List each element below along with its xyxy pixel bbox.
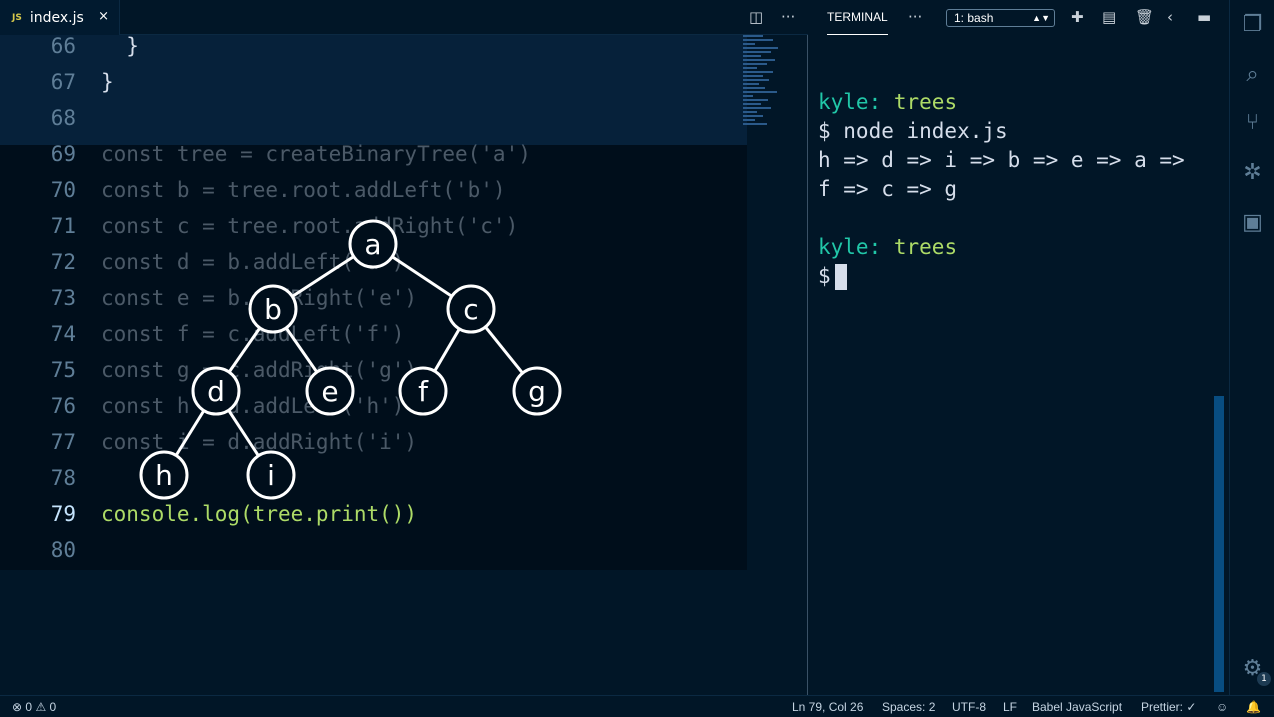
tree-node-d: d: [191, 366, 241, 416]
settings-badge: 1: [1257, 672, 1271, 686]
terminal-header: TERMINAL ··· 1: bash ▲▼ ✚ ▤ 🗑 ‹ ▬: [809, 0, 1229, 35]
prettier-status[interactable]: Prettier: ✓: [1141, 700, 1196, 714]
encoding[interactable]: UTF-8: [952, 700, 986, 714]
toggle-panel-icon[interactable]: ▬: [1197, 8, 1211, 26]
tree-node-label: b: [264, 293, 282, 326]
terminal-output-text: f => c => g: [818, 177, 958, 201]
activity-bar: ❐ ⌕ ⑂ ✲ ▣ ⚙ 1: [1229, 0, 1274, 695]
status-bar: ⊗ 0 ⚠ 0 Ln 79, Col 26 Spaces: 2 UTF-8 LF…: [0, 695, 1274, 717]
error-icon: ⊗: [12, 700, 23, 714]
terminal-scrollbar[interactable]: [1214, 396, 1224, 692]
editor-tab-bar: JS index.js × ◫ ···: [0, 0, 808, 35]
terminal-command: $ node index.js: [818, 119, 1008, 143]
terminal-line: kyle: trees: [818, 88, 1185, 117]
split-editor-icon[interactable]: ◫: [749, 8, 763, 26]
indentation[interactable]: Spaces: 2: [882, 700, 935, 714]
error-count: 0: [25, 700, 33, 714]
terminal-output[interactable]: kyle: trees $ node index.js h => d => i =>…: [818, 88, 1185, 291]
prompt-user: kyle:: [818, 235, 882, 259]
tree-node-label: g: [528, 375, 546, 408]
tree-node-label: c: [463, 293, 478, 326]
tree-node-i: i: [246, 450, 296, 500]
tree-node-label: e: [321, 375, 338, 408]
line-ending[interactable]: LF: [1003, 700, 1017, 714]
tree-node-c: c: [446, 284, 496, 334]
chevron-left-icon[interactable]: ‹: [1167, 8, 1173, 26]
terminal-line: h => d => i => b => e => a =>: [818, 146, 1185, 175]
warning-count: 0: [49, 700, 57, 714]
problems-indicator[interactable]: ⊗ 0 ⚠ 0: [12, 700, 56, 714]
prompt-directory: trees: [893, 235, 958, 259]
bell-icon[interactable]: 🔔: [1246, 700, 1261, 714]
tree-node-f: f: [398, 366, 448, 416]
terminal-cursor: [834, 264, 847, 290]
extensions-icon[interactable]: ▣: [1230, 210, 1274, 235]
tree-node-label: a: [364, 228, 381, 261]
minimap[interactable]: [743, 35, 783, 205]
tab-index-js[interactable]: JS index.js ×: [0, 0, 120, 35]
shell-select[interactable]: 1: bash ▲▼: [946, 9, 1055, 27]
terminal-prompt: $: [818, 264, 831, 288]
language-mode[interactable]: Babel JavaScript: [1032, 700, 1122, 714]
debug-icon[interactable]: ✲: [1230, 160, 1274, 185]
warning-icon: ⚠: [35, 700, 47, 714]
terminal-panel[interactable]: TERMINAL ··· 1: bash ▲▼ ✚ ▤ 🗑 ‹ ▬ kyle: …: [809, 0, 1229, 695]
binary-tree-diagram: a b c d e f g h i: [139, 219, 562, 500]
panel-divider[interactable]: [807, 35, 808, 695]
new-terminal-icon[interactable]: ✚: [1071, 8, 1084, 26]
tree-node-e: e: [305, 366, 355, 416]
source-control-icon[interactable]: ⑂: [1230, 110, 1274, 135]
smiley-icon[interactable]: ☺: [1216, 700, 1228, 714]
select-arrows-icon: ▲▼: [1032, 13, 1050, 23]
tree-node-label: d: [207, 375, 225, 408]
tree-node-label: i: [267, 459, 275, 492]
explorer-icon[interactable]: ❐: [1230, 12, 1274, 37]
cursor-position[interactable]: Ln 79, Col 26: [792, 700, 863, 714]
terminal-line: $: [818, 262, 1185, 291]
trash-icon[interactable]: 🗑: [1135, 8, 1154, 26]
code-editor[interactable]: 66 } 67} 68 69 const tree = createBinaryTree…: [0, 35, 808, 695]
tree-node-g: g: [512, 366, 562, 416]
tree-node-label: f: [418, 375, 429, 408]
search-icon[interactable]: ⌕: [1230, 62, 1274, 87]
more-actions-icon[interactable]: ···: [781, 8, 795, 26]
tree-node-h: h: [139, 450, 189, 500]
terminal-tab[interactable]: TERMINAL: [827, 2, 888, 35]
terminal-line: kyle: trees: [818, 233, 1185, 262]
terminal-line: f => c => g: [818, 175, 1185, 204]
tree-node-label: h: [155, 459, 173, 492]
tree-node-a: a: [348, 219, 398, 269]
js-file-icon: JS: [12, 12, 22, 23]
terminal-line: $ node index.js: [818, 117, 1185, 146]
prompt-user: kyle:: [818, 90, 882, 114]
tab-label: index.js: [29, 9, 84, 26]
close-tab-icon[interactable]: ×: [98, 9, 109, 24]
split-terminal-icon[interactable]: ▤: [1102, 8, 1116, 26]
more-actions-icon[interactable]: ···: [908, 8, 922, 26]
terminal-output-text: h => d => i => b => e => a =>: [818, 148, 1185, 172]
tree-node-b: b: [248, 284, 298, 334]
shell-select-value: 1: bash: [954, 11, 994, 25]
prompt-directory: trees: [893, 90, 958, 114]
